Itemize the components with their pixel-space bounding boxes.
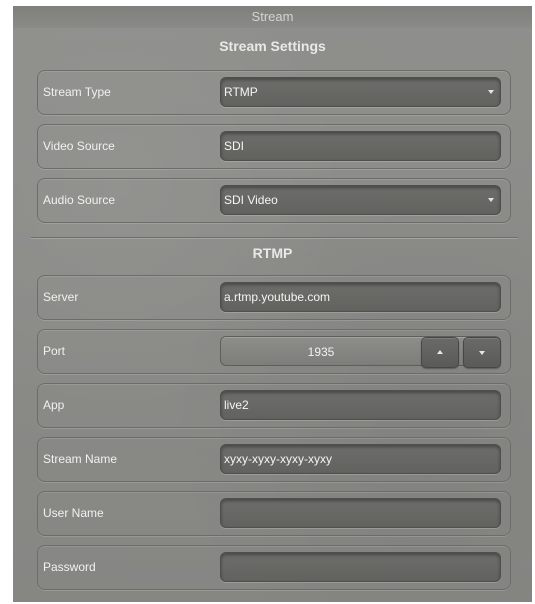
password-label: Password [43,560,96,574]
stream-type-label: Stream Type [43,85,111,99]
user-name-input[interactable] [220,498,501,528]
stream-type-select[interactable]: RTMP [220,77,501,107]
port-stepper[interactable]: 1935 [220,336,501,368]
arrow-up-icon [437,350,443,354]
stream-type-row: Stream Type RTMP [37,70,511,115]
port-increment-button[interactable] [421,337,459,368]
app-label: App [43,398,65,412]
server-row: Server a.rtmp.youtube.com [37,275,511,320]
audio-source-select[interactable]: SDI Video [220,185,501,215]
stream-name-row: Stream Name xyxy-xyxy-xyxy-xyxy [37,437,511,482]
section-divider [31,237,518,239]
video-source-row: Video Source SDI [37,124,511,169]
server-input[interactable]: a.rtmp.youtube.com [220,282,501,312]
video-source-input[interactable]: SDI [220,131,501,161]
stream-type-value: RTMP [224,85,258,99]
port-label: Port [43,344,66,358]
video-source-label: Video Source [43,139,115,153]
window-title: Stream [13,6,532,28]
arrow-down-icon [479,351,485,355]
password-input[interactable] [220,552,501,582]
port-value[interactable]: 1935 [221,337,421,367]
stream-panel: Stream Stream Settings Stream Type RTMP … [13,6,532,602]
app-input[interactable]: live2 [220,390,501,420]
audio-source-value: SDI Video [224,193,278,207]
user-name-label: User Name [43,506,104,520]
app-row: App live2 [37,383,511,428]
port-row: Port 1935 [37,329,511,374]
password-row: Password [37,545,511,590]
caret-down-icon [488,198,494,202]
user-name-row: User Name [37,491,511,536]
stream-settings-heading: Stream Settings [219,38,326,54]
stream-name-input[interactable]: xyxy-xyxy-xyxy-xyxy [220,444,501,474]
server-label: Server [43,290,79,304]
caret-down-icon [488,90,494,94]
port-decrement-button[interactable] [463,337,501,368]
audio-source-row: Audio Source SDI Video [37,178,511,223]
audio-source-label: Audio Source [43,193,116,207]
stream-name-label: Stream Name [43,452,118,466]
rtmp-heading: RTMP [252,245,293,261]
